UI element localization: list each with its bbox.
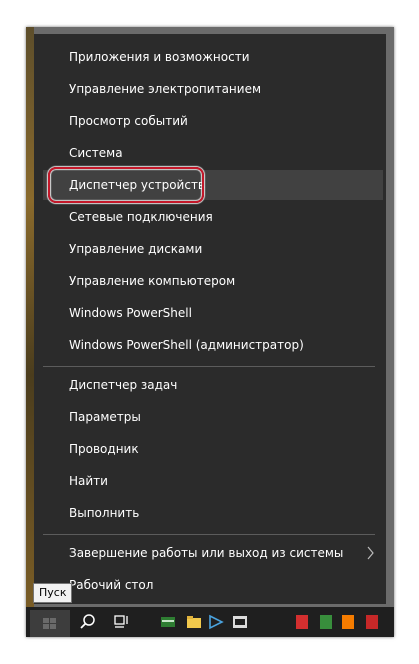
menu-item-label: Сетевые подключения [69,210,213,224]
menu-item-power-options[interactable]: Управление электропитанием [34,74,386,104]
menu-item-powershell-admin[interactable]: Windows PowerShell (администратор) [34,330,386,360]
orange-app-icon[interactable] [338,612,358,632]
app-icon[interactable] [230,612,250,632]
menu-item-file-explorer[interactable]: Проводник [34,434,386,464]
menu-item-device-manager[interactable]: Диспетчер устройств [43,170,383,200]
search-icon[interactable] [78,612,98,632]
green-app-icon[interactable] [316,612,336,632]
menu-item-label: Управление компьютером [69,274,236,288]
menu-item-run[interactable]: Выполнить [34,498,386,528]
menu-item-desktop[interactable]: Рабочий стол [34,570,386,600]
menu-item-label: Выполнить [69,506,140,520]
menu-item-apps-features[interactable]: Приложения и возможности [34,42,386,72]
menu-item-settings[interactable]: Параметры [34,402,386,432]
menu-item-label: Система [69,146,123,160]
menu-item-label: Найти [69,474,108,488]
menu-item-powershell[interactable]: Windows PowerShell [34,298,386,328]
folder-icon[interactable] [184,612,204,632]
menu-item-computer-management[interactable]: Управление компьютером [34,266,386,296]
menu-item-label: Приложения и возможности [69,50,250,64]
menu-item-label: Управление дисками [69,242,203,256]
app-icon[interactable] [158,612,178,632]
chevron-right-icon [367,546,374,560]
menu-item-task-manager[interactable]: Диспетчер задач [34,370,386,400]
menu-item-network-connections[interactable]: Сетевые подключения [34,202,386,232]
menu-item-system[interactable]: Система [34,138,386,168]
menu-item-label: Диспетчер устройств [69,178,206,192]
menu-item-label: Завершение работы или выход из системы [69,546,344,560]
menu-item-search[interactable]: Найти [34,466,386,496]
menu-separator [43,534,375,535]
menu-item-label: Параметры [69,410,141,424]
windows-start-icon [43,618,56,629]
menu-item-event-viewer[interactable]: Просмотр событий [34,106,386,136]
code-icon[interactable] [206,612,226,632]
menu-item-label: Диспетчер задач [69,378,178,392]
menu-item-label: Управление электропитанием [69,82,261,96]
red-app-icon[interactable] [362,612,382,632]
start-button[interactable] [30,610,70,637]
taskbar [26,607,394,637]
menu-item-label: Рабочий стол [69,578,154,592]
menu-item-label: Windows PowerShell [69,306,192,320]
winx-context-menu: Приложения и возможности Управление элек… [34,34,386,604]
task-view-icon[interactable] [112,612,132,632]
menu-item-shutdown-signout[interactable]: Завершение работы или выход из системы [34,538,386,568]
menu-item-label: Windows PowerShell (администратор) [69,338,304,352]
menu-separator [43,366,375,367]
menu-item-label: Проводник [69,442,139,456]
menu-item-disk-management[interactable]: Управление дисками [34,234,386,264]
start-tooltip: Пуск [33,583,73,603]
menu-item-label: Просмотр событий [69,114,188,128]
red-app-icon[interactable] [292,612,312,632]
desktop-wallpaper-edge [26,27,34,607]
